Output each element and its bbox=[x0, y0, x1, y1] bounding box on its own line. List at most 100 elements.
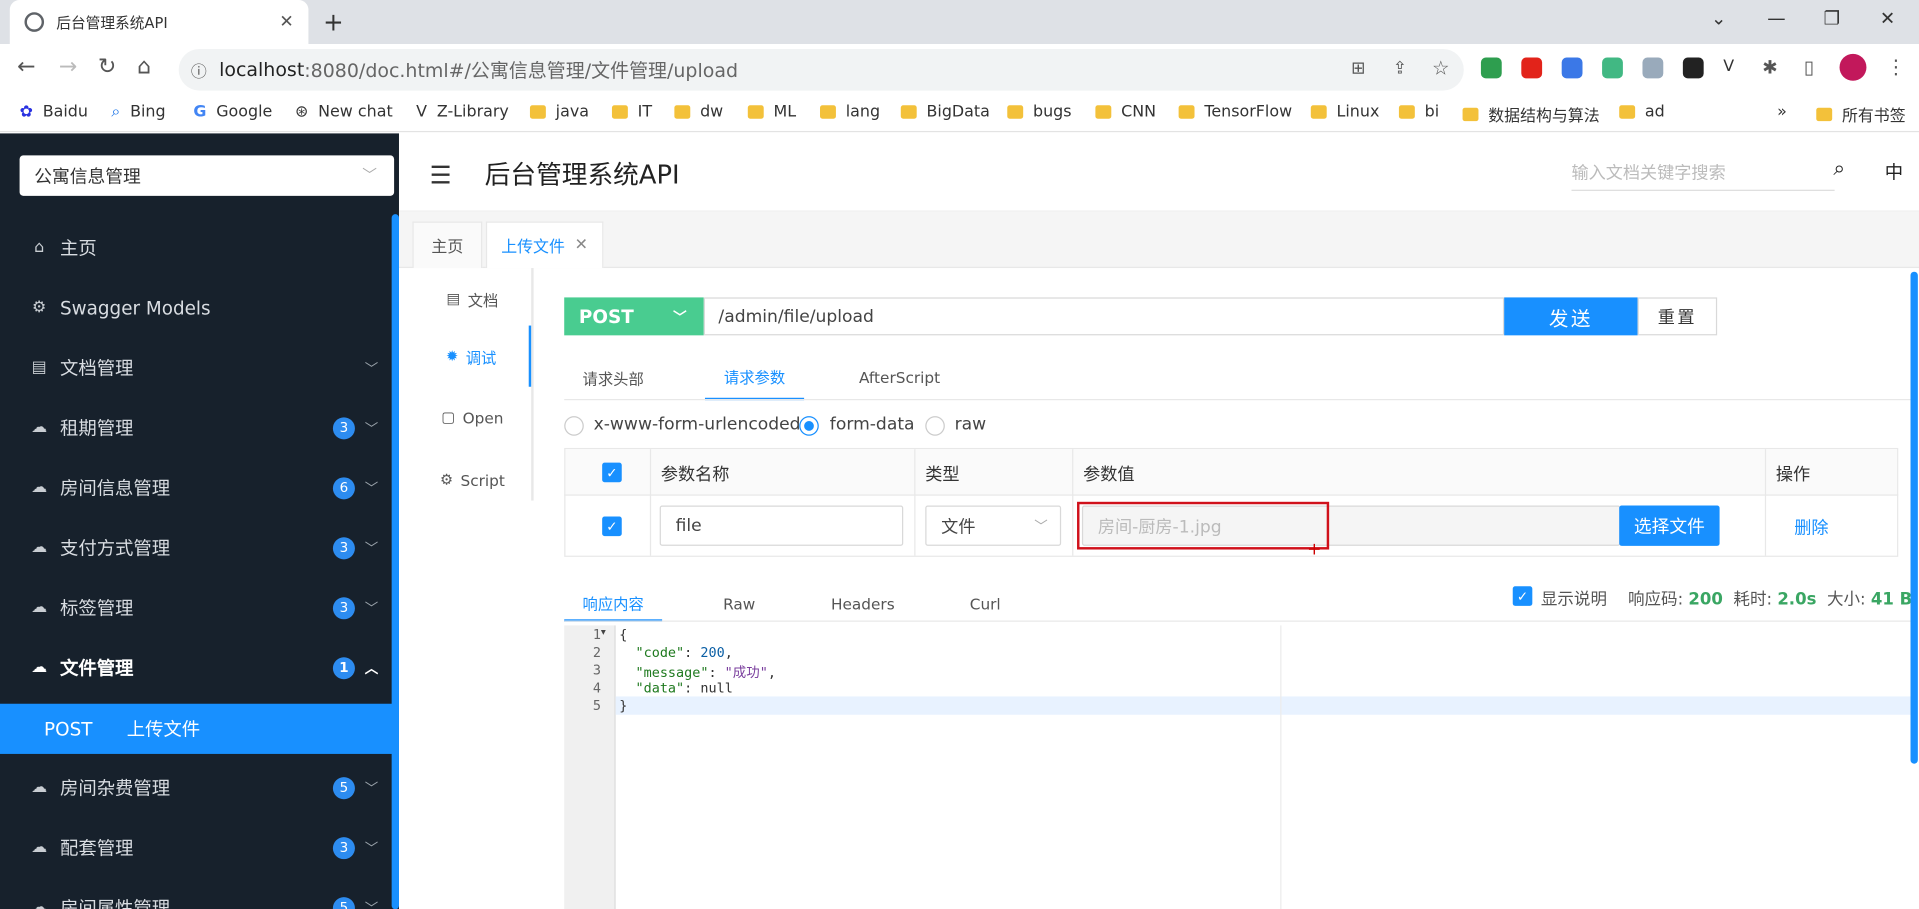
nav-script[interactable]: ⚙ Script bbox=[414, 449, 531, 510]
extension-fe-icon[interactable] bbox=[1521, 57, 1543, 79]
sidebar-item-tags[interactable]: ☁ 标签管理 3 ﹀ bbox=[0, 578, 394, 638]
chevron-up-icon: ︿ bbox=[364, 660, 379, 677]
extension-grid-icon[interactable] bbox=[1682, 57, 1704, 79]
new-tab-icon[interactable]: + bbox=[323, 7, 344, 36]
bookmark-star-icon[interactable]: ☆ bbox=[1432, 56, 1450, 79]
browser-tab[interactable]: 后台管理系统API ✕ bbox=[9, 0, 309, 45]
bookmark-z-library[interactable]: V Z-Library bbox=[416, 103, 509, 121]
sidebar-item-file-manage[interactable]: ☁ 文件管理 1 ︿ bbox=[0, 638, 394, 698]
tab-request-params[interactable]: 请求参数 bbox=[704, 354, 805, 401]
share-icon[interactable]: ⇪ bbox=[1393, 59, 1407, 79]
bookmark-baidu[interactable]: ✿ Baidu bbox=[20, 103, 88, 121]
bookmark-bing[interactable]: ⌕ Bing bbox=[111, 103, 165, 121]
tab-request-headers[interactable]: 请求头部 bbox=[564, 354, 662, 401]
language-switch[interactable]: 中 bbox=[1885, 159, 1903, 185]
fold-arrow-icon[interactable]: ▾ bbox=[601, 627, 606, 638]
close-tab-icon[interactable]: ✕ bbox=[575, 236, 588, 254]
tab-afterscript[interactable]: AfterScript bbox=[847, 354, 952, 401]
sidebar-item-payment[interactable]: ☁ 支付方式管理 3 ﹀ bbox=[0, 518, 394, 578]
minimize-icon[interactable]: — bbox=[1767, 7, 1785, 29]
info-icon[interactable]: ⓘ bbox=[191, 58, 207, 81]
request-url-input[interactable]: /admin/file/upload bbox=[703, 297, 1505, 336]
extension-puzzle-icon[interactable] bbox=[1642, 57, 1664, 79]
translate-icon[interactable]: ⊞ bbox=[1351, 59, 1365, 79]
bookmark-google[interactable]: G Google bbox=[193, 103, 272, 121]
extension-vue-icon[interactable] bbox=[1602, 57, 1623, 79]
menu-icon[interactable]: ⋮ bbox=[1886, 55, 1906, 78]
bookmark-folder-tensorflow[interactable]: TensorFlow bbox=[1178, 103, 1292, 121]
group-select[interactable]: 公寓信息管理 ﹀ bbox=[19, 155, 395, 196]
sidebar-subitem-upload[interactable]: POST 上传文件 bbox=[0, 703, 395, 754]
method-select[interactable]: POST ﹀ bbox=[564, 297, 704, 336]
sidebar-item-lease[interactable]: ☁ 租期管理 3 ﹀ bbox=[0, 398, 394, 458]
bookmark-folder-linux[interactable]: Linux bbox=[1310, 103, 1379, 121]
nav-open[interactable]: ▢ Open bbox=[414, 387, 531, 448]
sidebar-item-room-attrs[interactable]: ☁ 房间属性管理 5 ﹀ bbox=[0, 878, 394, 909]
bookmark-new-chat[interactable]: ⊛ New chat bbox=[295, 103, 393, 121]
sidebar-item-label: 文件管理 bbox=[59, 657, 134, 680]
bookmark-folder-bi[interactable]: bi bbox=[1398, 103, 1439, 121]
tab-headers[interactable]: Headers bbox=[822, 585, 903, 622]
bookmark-folder-it[interactable]: IT bbox=[611, 103, 652, 121]
select-all-checkbox[interactable]: ✓ bbox=[602, 462, 622, 483]
home-icon[interactable]: ⌂ bbox=[137, 54, 151, 80]
radio-form-data[interactable] bbox=[799, 416, 819, 436]
bookmark-folder-dw[interactable]: dw bbox=[674, 103, 723, 121]
sidebar-scrollbar[interactable] bbox=[391, 214, 399, 909]
close-window-icon[interactable]: ✕ bbox=[1880, 7, 1895, 29]
all-bookmarks-folder[interactable]: 所有书签 bbox=[1816, 103, 1906, 126]
side-panel-icon[interactable]: ▯ bbox=[1804, 56, 1814, 78]
bookmark-folder-ad[interactable]: ad bbox=[1619, 103, 1665, 121]
reload-icon[interactable]: ↻ bbox=[98, 54, 116, 80]
row-checkbox[interactable]: ✓ bbox=[602, 516, 622, 537]
content-scrollbar[interactable] bbox=[1910, 271, 1918, 764]
bookmark-folder-dsa[interactable]: 数据结构与算法 bbox=[1462, 103, 1600, 126]
bookmarks-overflow-icon[interactable]: » bbox=[1777, 103, 1787, 121]
extensions-icon[interactable]: ✱ bbox=[1762, 56, 1777, 78]
send-button[interactable]: 发送 bbox=[1504, 297, 1638, 336]
tab-upload-file[interactable]: 上传文件 ✕ bbox=[485, 221, 604, 269]
chevron-down-icon: ﹀ bbox=[364, 360, 379, 377]
doc-search-input[interactable]: 输入文档关键字搜索 bbox=[1571, 154, 1835, 191]
bookmark-folder-cnn[interactable]: CNN bbox=[1095, 103, 1156, 121]
extension-v-icon[interactable]: V bbox=[1723, 57, 1745, 79]
reset-button[interactable]: 重置 bbox=[1637, 297, 1718, 336]
restore-icon[interactable]: ❐ bbox=[1824, 7, 1840, 29]
bookmark-folder-bigdata[interactable]: BigData bbox=[900, 103, 990, 121]
bookmark-folder-java[interactable]: java bbox=[529, 103, 589, 121]
tab-search-icon[interactable]: ⌄ bbox=[1711, 7, 1726, 29]
sidebar-item-facilities[interactable]: ☁ 配套管理 3 ﹀ bbox=[0, 818, 394, 878]
bookmark-folder-lang[interactable]: lang bbox=[820, 103, 880, 121]
sidebar-item-swagger-models[interactable]: ⚙ Swagger Models bbox=[0, 278, 394, 338]
address-bar[interactable]: ⓘ localhost:8080/doc.html#/公寓信息管理/文件管理/u… bbox=[178, 48, 1464, 91]
count-badge: 3 bbox=[332, 596, 355, 619]
delete-link[interactable]: 删除 bbox=[1794, 515, 1828, 539]
choose-file-button[interactable]: 选择文件 bbox=[1619, 505, 1720, 546]
sidebar-item-room-fees[interactable]: ☁ 房间杂费管理 5 ﹀ bbox=[0, 758, 394, 818]
show-description-checkbox[interactable]: ✓ bbox=[1512, 586, 1533, 606]
search-icon[interactable]: ⌕ bbox=[1833, 157, 1845, 181]
close-tab-icon[interactable]: ✕ bbox=[279, 12, 293, 32]
sidebar-item-home[interactable]: ⌂ 主页 bbox=[0, 218, 394, 278]
tab-home[interactable]: 主页 bbox=[412, 221, 483, 269]
radio-urlencoded[interactable] bbox=[564, 416, 584, 436]
param-name-input[interactable]: file bbox=[659, 505, 904, 546]
menu-collapse-icon[interactable]: ☰ bbox=[430, 160, 452, 189]
radio-raw[interactable] bbox=[925, 416, 945, 436]
nav-doc[interactable]: ▤ 文档 bbox=[414, 268, 531, 329]
extension-translate-icon[interactable] bbox=[1561, 57, 1583, 79]
bookmark-folder-ml[interactable]: ML bbox=[747, 103, 796, 121]
back-icon[interactable]: ← bbox=[17, 54, 35, 80]
nav-debug[interactable]: ✹ 调试 bbox=[414, 325, 532, 387]
sidebar-item-doc-manage[interactable]: ▤ 文档管理 ﹀ bbox=[0, 338, 394, 398]
page-tabs-bar bbox=[398, 211, 1919, 269]
sidebar-item-room-info[interactable]: ☁ 房间信息管理 6 ﹀ bbox=[0, 458, 394, 518]
bookmark-folder-bugs[interactable]: bugs bbox=[1007, 103, 1072, 121]
param-type-select[interactable]: 文件 ﹀ bbox=[925, 505, 1062, 546]
tab-raw[interactable]: Raw bbox=[710, 585, 769, 622]
forward-icon[interactable]: → bbox=[59, 54, 77, 80]
profile-avatar[interactable] bbox=[1839, 53, 1867, 81]
tab-response-content[interactable]: 响应内容 bbox=[564, 585, 663, 622]
extension-shield-icon[interactable] bbox=[1480, 57, 1502, 79]
tab-curl[interactable]: Curl bbox=[960, 585, 1011, 622]
